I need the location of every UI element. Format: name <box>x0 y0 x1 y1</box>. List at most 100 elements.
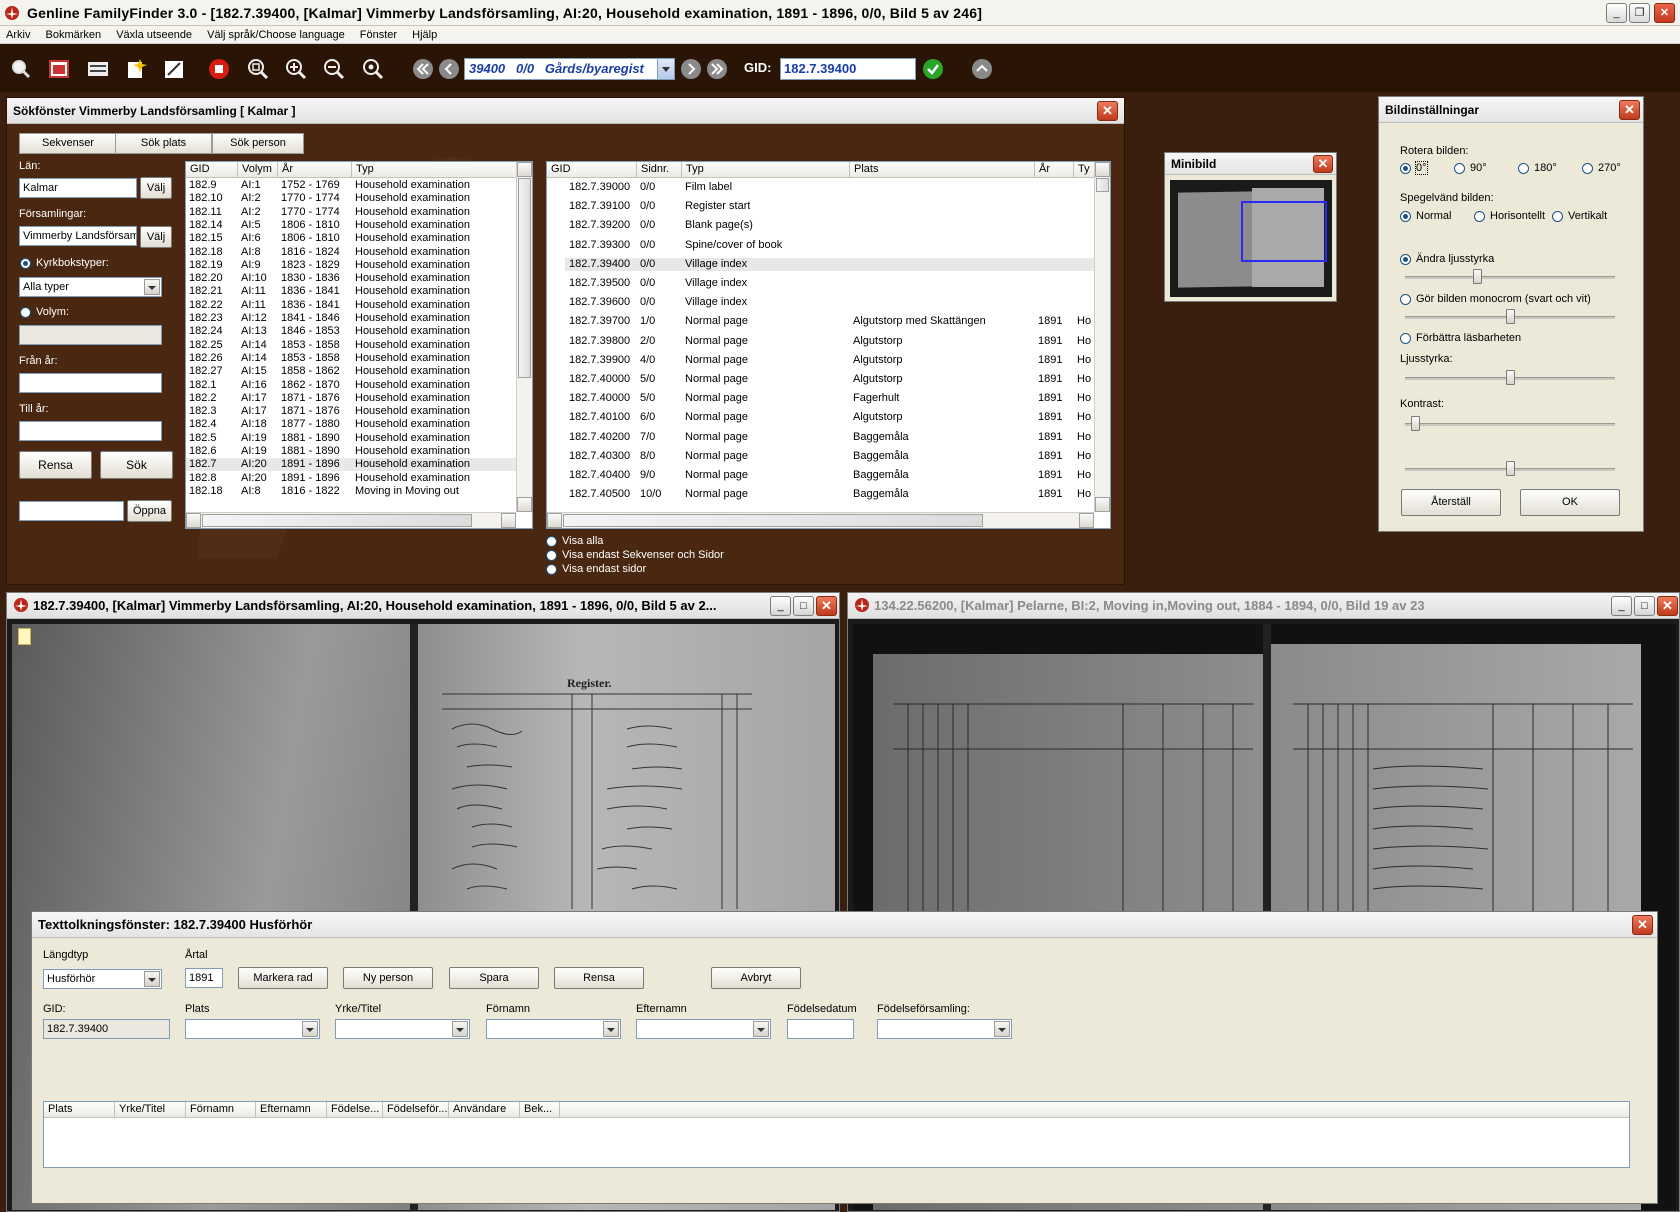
column-header[interactable]: Efternamn <box>256 1102 327 1118</box>
volume-row[interactable]: 182.15 AI:6 1806 - 1810 Household examinati… <box>186 232 516 245</box>
volume-row[interactable]: 182.3 AI:17 1871 - 1876 Household examinati… <box>186 405 516 418</box>
menu-language[interactable]: Välj språk/Choose language <box>201 26 351 43</box>
rensa-button[interactable]: Rensa <box>19 451 92 479</box>
column-header[interactable]: Yrke/Titel <box>115 1102 186 1118</box>
volume-row[interactable]: 182.10 AI:2 1770 - 1774 Household examinati… <box>186 192 516 205</box>
readability-option-radio[interactable] <box>1400 333 1411 344</box>
column-header[interactable]: Användare <box>449 1102 520 1118</box>
volume-row[interactable]: 182.4 AI:18 1877 - 1880 Household examinati… <box>186 418 516 431</box>
chevron-down-icon[interactable] <box>302 1021 318 1037</box>
column-header[interactable]: Ty <box>1074 162 1096 178</box>
scroll-right-arrow-icon[interactable] <box>501 513 516 528</box>
sok-button[interactable]: Sök <box>100 451 173 479</box>
volume-row[interactable]: 182.1 AI:16 1862 - 1870 Household examinati… <box>186 379 516 392</box>
volume-row[interactable]: 182.2 AI:17 1871 - 1876 Household examinati… <box>186 392 516 405</box>
first-page-button[interactable] <box>410 56 436 82</box>
tab-sok-person[interactable]: Sök person <box>212 133 304 154</box>
column-header[interactable]: Sidnr. <box>637 162 682 178</box>
viewer2-minimize-button[interactable]: _ <box>1611 596 1632 616</box>
volume-row[interactable]: 182.6 AI:19 1881 - 1890 Household examinati… <box>186 445 516 458</box>
restore-button[interactable]: ❐ <box>1629 3 1650 23</box>
sequence-row[interactable]: 182.7.40500 10/0 Normal page Baggemåla 1891 H… <box>565 488 1094 501</box>
langdtyp-select[interactable]: Husförhör <box>43 969 162 989</box>
volume-row[interactable]: 182.23 AI:12 1841 - 1846 Household examinat… <box>186 312 516 325</box>
scroll-thumb[interactable] <box>1096 178 1109 192</box>
markera-rad-button[interactable]: Markera rad <box>238 967 328 989</box>
rotate-90-radio[interactable] <box>1454 163 1465 174</box>
scroll-down-arrow-icon[interactable] <box>517 497 532 512</box>
fran-ar-field[interactable] <box>19 373 162 393</box>
scroll-up-button[interactable] <box>969 56 995 82</box>
menu-bokmarken[interactable]: Bokmärken <box>40 26 108 43</box>
mirror-normal-radio[interactable] <box>1400 211 1411 222</box>
note-icon[interactable] <box>18 628 31 645</box>
zoom-out-button[interactable] <box>321 56 347 82</box>
volume-row[interactable]: 182.21 AI:11 1836 - 1841 Household examinat… <box>186 285 516 298</box>
sequence-row[interactable]: 182.7.40300 8/0 Normal page Baggemåla 1891 Ho <box>565 450 1094 463</box>
chevron-down-icon[interactable] <box>657 59 674 79</box>
chevron-down-icon[interactable] <box>753 1021 769 1037</box>
extra-slider-knob[interactable] <box>1506 461 1515 476</box>
sequence-row[interactable]: 182.7.39200 0/0 Blank page(s) <box>565 219 1094 232</box>
scroll-left-arrow-icon[interactable] <box>547 513 562 528</box>
efternamn-select[interactable] <box>636 1019 771 1039</box>
sequence-row[interactable]: 182.7.40200 7/0 Normal page Baggemåla 1891 Ho <box>565 431 1094 444</box>
volym-radio[interactable] <box>20 307 31 318</box>
column-header[interactable]: Bek... <box>520 1102 560 1118</box>
previous-page-button[interactable] <box>436 56 462 82</box>
spara-button[interactable]: Spara <box>449 967 539 989</box>
settings-close-button[interactable]: ✕ <box>1619 100 1640 120</box>
list-window-button[interactable] <box>85 56 111 82</box>
viewer2-close-button[interactable]: ✕ <box>1657 596 1678 616</box>
monochrome-slider-knob[interactable] <box>1506 309 1515 324</box>
menu-hjalp[interactable]: Hjälp <box>406 26 443 43</box>
oppna-button[interactable]: Öppna <box>127 500 172 522</box>
volume-row[interactable]: 182.24 AI:13 1846 - 1853 Household examinat… <box>186 325 516 338</box>
viewer1-minimize-button[interactable]: _ <box>770 596 791 616</box>
show-pages-only-radio[interactable] <box>546 564 557 575</box>
lan-valj-button[interactable]: Välj <box>140 177 172 199</box>
kyrkbokstyper-radio[interactable] <box>20 258 31 269</box>
tab-sekvenser[interactable]: Sekvenser <box>19 133 117 154</box>
stop-button[interactable] <box>206 56 232 82</box>
scroll-up-arrow-icon[interactable] <box>517 162 532 177</box>
volume-row[interactable]: 182.27 AI:15 1858 - 1862 Household examinat… <box>186 365 516 378</box>
brightness-option-radio[interactable] <box>1400 254 1411 265</box>
monochrome-option-radio[interactable] <box>1400 294 1411 305</box>
zoom-fit-button[interactable] <box>245 56 271 82</box>
forsamling-valj-button[interactable]: Välj <box>140 226 172 248</box>
rensa-transcription-button[interactable]: Rensa <box>554 967 644 989</box>
rotate-0-radio[interactable] <box>1400 163 1411 174</box>
mirror-horizontal-radio[interactable] <box>1474 211 1485 222</box>
kontrast-slider-track[interactable] <box>1405 423 1615 426</box>
column-header[interactable]: År <box>278 162 352 178</box>
mirror-vertical-radio[interactable] <box>1552 211 1563 222</box>
image-window-button[interactable] <box>46 56 72 82</box>
volume-row[interactable]: 182.22 AI:11 1836 - 1841 Household examinat… <box>186 299 516 312</box>
scroll-left-arrow-icon[interactable] <box>186 513 201 528</box>
minimize-button[interactable]: _ <box>1606 3 1627 23</box>
sequence-row[interactable]: 182.7.39300 0/0 Spine/cover of book <box>565 239 1094 252</box>
volume-row[interactable]: 182.25 AI:14 1853 - 1858 Household examinat… <box>186 339 516 352</box>
volume-row[interactable]: 182.7 AI:20 1891 - 1896 Household examinati… <box>186 458 516 472</box>
sequence-row[interactable]: 182.7.39500 0/0 Village index <box>565 277 1094 290</box>
plats-select[interactable] <box>185 1019 320 1039</box>
sequence-select[interactable]: 39400 0/0 Gårds/byaregist <box>464 58 675 80</box>
sequences-vertical-scrollbar[interactable] <box>1094 162 1110 512</box>
transcription-close-button[interactable]: ✕ <box>1632 915 1653 935</box>
chevron-down-icon[interactable] <box>452 1021 468 1037</box>
volume-row[interactable]: 182.18 AI:8 1816 - 1822 Moving in Moving ou… <box>186 485 516 498</box>
minibild-thumbnail[interactable] <box>1170 180 1332 297</box>
kontrast-slider-knob[interactable] <box>1411 416 1420 431</box>
sequence-row[interactable]: 182.7.39700 1/0 Normal page Algutstorp med … <box>565 315 1094 328</box>
chevron-down-icon[interactable] <box>603 1021 619 1037</box>
column-header[interactable]: Typ <box>352 162 518 178</box>
column-header[interactable]: Plats <box>44 1102 115 1118</box>
search-window-button[interactable] <box>8 56 34 82</box>
ny-person-button[interactable]: Ny person <box>343 967 433 989</box>
fodelseforsamling-select[interactable] <box>877 1019 1012 1039</box>
gid-input[interactable]: 182.7.39400 <box>780 58 916 80</box>
artal-field[interactable]: 1891 <box>185 968 223 988</box>
column-header[interactable]: Förnamn <box>186 1102 256 1118</box>
volume-row[interactable]: 182.19 AI:9 1823 - 1829 Household examinati… <box>186 259 516 272</box>
